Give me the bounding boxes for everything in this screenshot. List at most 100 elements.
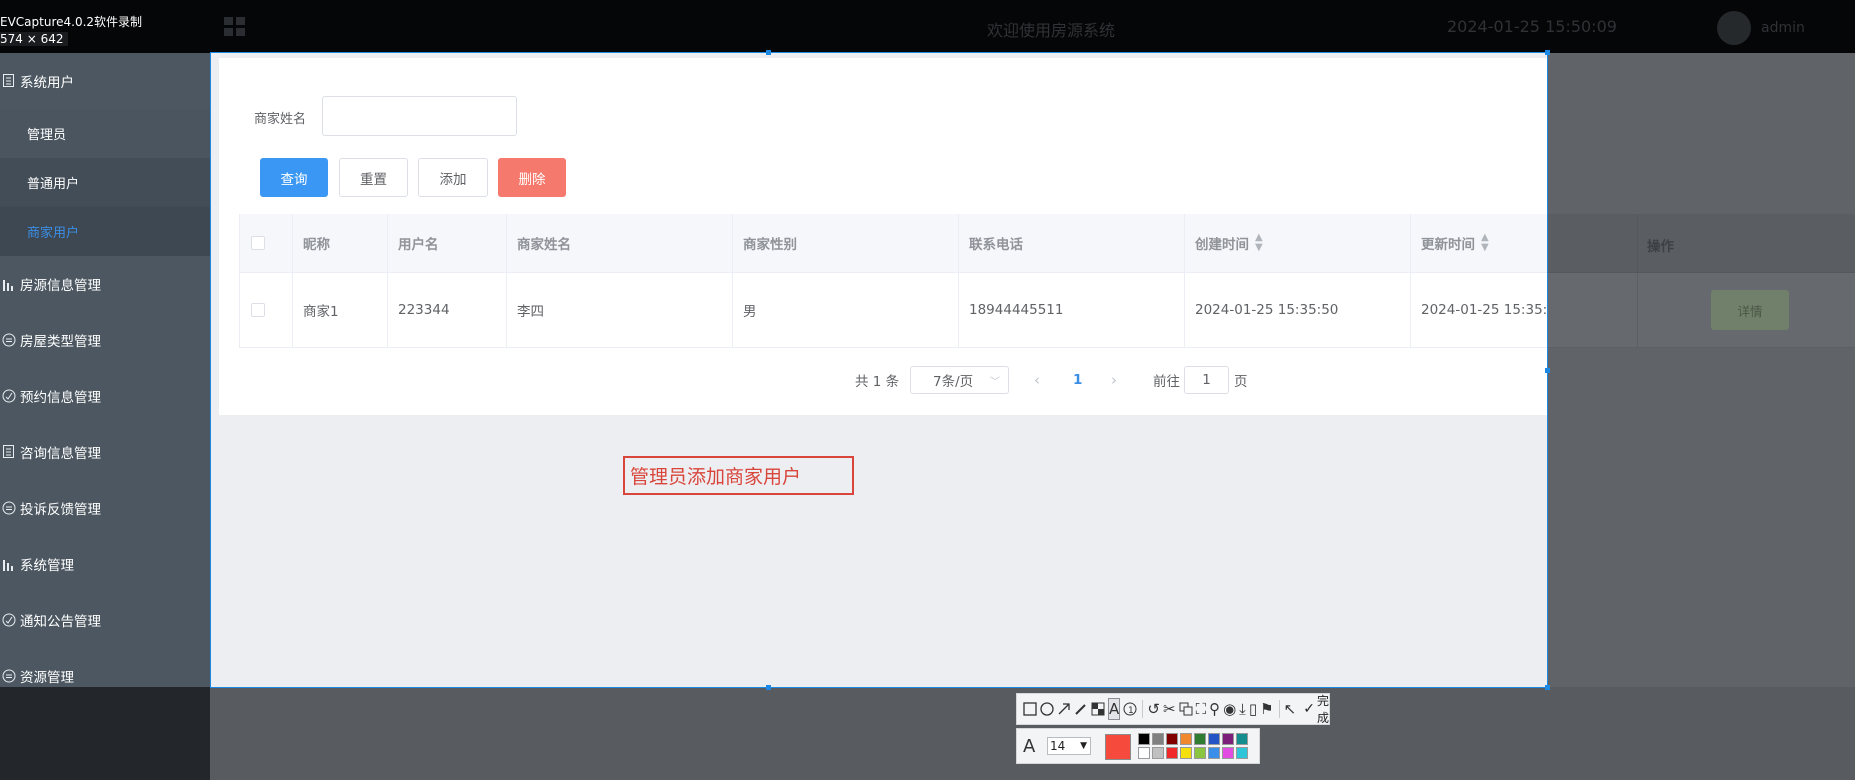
sidebar-item-normal-users[interactable]: 普通用户 [0,158,210,207]
dropdown-arrow-icon: ▼ [1080,741,1087,751]
color-swatch-gray[interactable] [1152,733,1164,745]
ocr-icon[interactable] [1179,698,1193,720]
prev-page-icon[interactable]: ‹ [1034,366,1040,394]
color-swatch-orange[interactable] [1180,733,1192,745]
annotation-textbox[interactable]: 管理员添加商家用户 [623,456,854,495]
detail-button[interactable]: 详情 [1711,290,1789,330]
color-swatch-black[interactable] [1138,733,1150,745]
goto-page-input[interactable]: 1 [1184,366,1229,394]
select-all-checkbox[interactable] [251,236,265,250]
font-size-select[interactable]: 14 ▼ [1047,737,1091,755]
avatar[interactable] [1717,11,1751,45]
resize-handle-right[interactable] [1545,368,1550,373]
merchant-name-input[interactable] [322,96,517,136]
minus-circle-icon [2,501,16,515]
sidebar-item-admins[interactable]: 管理员 [0,109,210,158]
color-swatch-teal[interactable] [1236,733,1248,745]
color-swatch-purple[interactable] [1222,733,1234,745]
delete-button[interactable]: 删除 [498,158,566,197]
table-cell-username: 223344 [388,273,507,348]
column-header-nickname: 昵称 [293,214,388,273]
sidebar-group-label: 预约信息管理 [20,390,101,406]
sidebar-group-label: 资源管理 [20,670,74,686]
color-swatch-maroon[interactable] [1166,733,1178,745]
scissors-icon[interactable]: ✂ [1163,698,1176,720]
resize-handle-top-right[interactable] [1545,50,1550,55]
check-circle-icon [2,389,16,403]
goto-prefix: 前往 [1153,374,1180,390]
sidebar-item-label: 管理员 [27,128,67,143]
record-icon[interactable]: ◉ [1223,698,1236,720]
pagination-total: 共 1 条 [855,374,900,390]
color-swatch-white[interactable] [1138,747,1150,759]
sidebar-group-system-users[interactable]: 系统用户 [0,53,210,109]
color-swatch-lime[interactable] [1194,747,1206,759]
dimmed-bottom-area [0,687,1855,780]
grid-menu-icon [224,17,246,37]
sidebar-group-complaint[interactable]: 投诉反馈管理 [0,480,210,536]
pencil-tool-icon[interactable] [1074,698,1088,720]
rectangle-tool-icon[interactable] [1023,698,1037,720]
color-swatch-red[interactable] [1166,747,1178,759]
color-swatch-light-blue[interactable] [1208,747,1220,759]
column-header-username: 用户名 [388,214,507,273]
bookmark-icon[interactable]: ⚑ [1260,698,1273,720]
next-page-icon[interactable]: › [1111,366,1117,394]
download-icon[interactable]: ⤓ [1239,698,1246,720]
done-button[interactable]: ✓ 完成 [1303,692,1329,726]
reset-button[interactable]: 重置 [339,158,408,197]
pin-icon[interactable]: ⚲ [1209,698,1220,720]
ellipse-tool-icon[interactable] [1040,698,1054,720]
arrow-tool-icon[interactable] [1057,698,1071,720]
resize-handle-bottom-right[interactable] [1545,685,1550,690]
merchant-table: 昵称 用户名 商家姓名 商家性别 联系电话 创建时间 ▲ ▼ 更新时间 ▲ ▼ 商家1 … [239,214,1548,348]
sidebar-group-resource[interactable]: 资源管理 [0,648,210,687]
search-label: 商家姓名 [254,112,307,127]
table-row-overflow: 详情 [1548,273,1855,348]
color-swatch-magenta[interactable] [1222,747,1234,759]
sidebar-group-system[interactable]: 系统管理 [0,536,210,592]
column-header-label: 更新时间 [1421,237,1475,253]
sort-caret-icon[interactable]: ▲ ▼ [1481,233,1489,253]
resize-handle-bottom[interactable] [766,685,771,690]
table-cell-gender: 男 [733,273,959,348]
page-number-current[interactable]: 1 [1073,366,1082,394]
color-swatch-cyan[interactable] [1236,747,1248,759]
table-cell-nickname: 商家1 [293,273,388,348]
sidebar-group-house-type[interactable]: 房屋类型管理 [0,312,210,368]
color-swatch-green[interactable] [1194,733,1206,745]
color-swatch-blue[interactable] [1208,733,1220,745]
resize-handle-top[interactable] [766,50,771,55]
number-tool-icon[interactable]: 1 [1123,698,1137,720]
undo-icon[interactable]: ↺ [1147,698,1160,720]
query-button[interactable]: 查询 [260,158,328,197]
text-tool-icon[interactable]: A [1108,698,1121,720]
sidebar-item-merchant-users[interactable]: 商家用户 [0,207,210,256]
column-header-updated[interactable]: 更新时间 ▲ ▼ [1411,214,1548,273]
column-header-created[interactable]: 创建时间 ▲ ▼ [1185,214,1411,273]
add-button-label: 添加 [439,171,467,188]
column-header-label: 商家姓名 [517,237,571,253]
dimmed-header-area: 欢迎使用房源系统 2024-01-25 15:50:09 admin [0,0,1855,53]
table-cell-updated: 2024-01-25 15:35:50 [1411,273,1548,348]
sidebar-group-reservation[interactable]: 预约信息管理 [0,368,210,424]
current-color-swatch[interactable] [1105,734,1131,760]
cursor-icon[interactable]: ↖ [1284,698,1297,720]
color-swatch-silver[interactable] [1152,747,1164,759]
font-icon: A [1023,736,1036,757]
sidebar-group-consult[interactable]: 咨询信息管理 [0,424,210,480]
color-swatch-yellow[interactable] [1180,747,1192,759]
capture-size-readout: 574 × 642 [0,32,68,46]
phone-icon[interactable]: ▯ [1249,698,1257,720]
fullscreen-icon[interactable]: ⛶ [1196,698,1207,720]
check-icon: ✓ [1303,701,1315,717]
add-button[interactable]: 添加 [418,158,488,197]
column-header-label: 创建时间 [1195,237,1249,253]
sidebar-group-notice[interactable]: 通知公告管理 [0,592,210,648]
page-size-select[interactable]: 7条/页 ﹀ [910,366,1009,394]
header-username[interactable]: admin [1761,20,1805,36]
sidebar-group-house-info[interactable]: 房源信息管理 [0,256,210,312]
row-checkbox[interactable] [251,303,265,317]
mosaic-tool-icon[interactable] [1091,698,1105,720]
sort-caret-icon[interactable]: ▲ ▼ [1255,233,1263,253]
